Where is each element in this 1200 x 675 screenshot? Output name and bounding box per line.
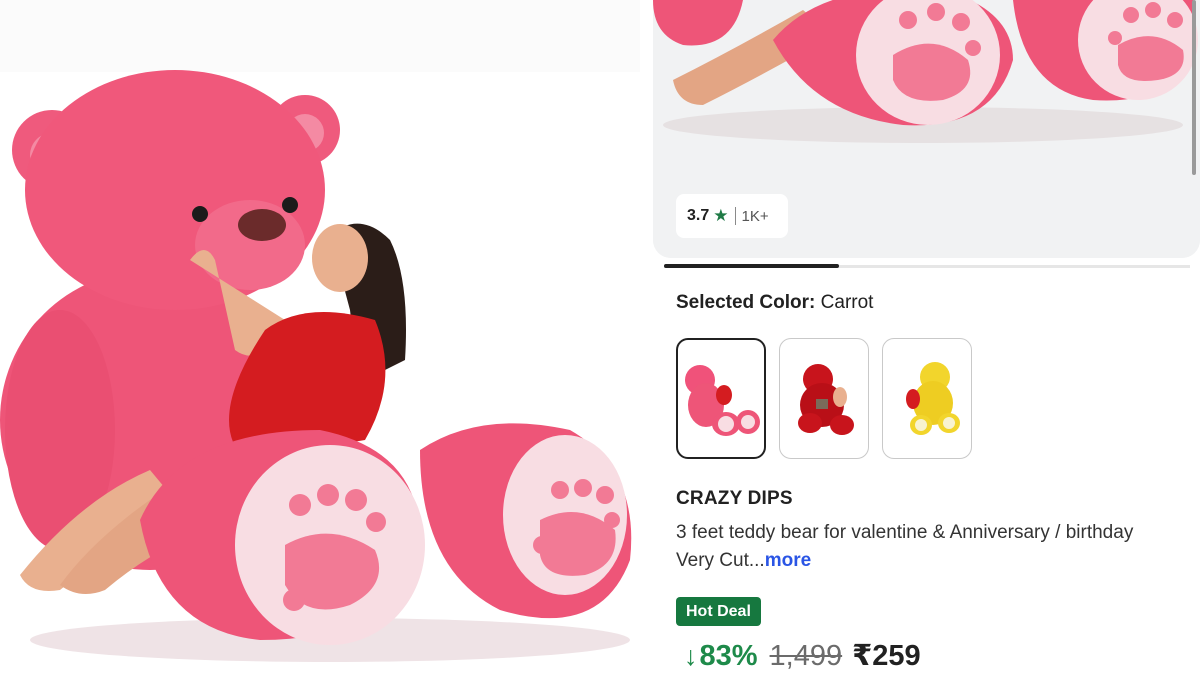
product-title-text: 3 feet teddy bear for valentine & Annive…	[676, 522, 1134, 571]
gallery-scrollbar[interactable]	[1192, 0, 1196, 175]
selected-color-value: Carrot	[820, 292, 874, 313]
arrow-down-icon: ↓	[684, 641, 698, 671]
red-bear-thumbnail-icon	[798, 364, 854, 435]
price-row: ↓ 83% 1,499 ₹259	[684, 638, 921, 673]
rating-chip[interactable]: 3.7 ★ 1K+	[676, 194, 788, 238]
selected-color-title: Selected Color:	[676, 292, 816, 313]
hot-deal-badge: Hot Deal	[676, 597, 761, 626]
selected-color-label: Selected Color: Carrot	[676, 292, 873, 314]
discount-percent: ↓ 83%	[684, 640, 758, 673]
star-icon: ★	[713, 206, 729, 225]
discount-value: 83%	[699, 640, 758, 672]
color-swatch-red[interactable]	[779, 338, 869, 459]
product-hero-image[interactable]	[0, 0, 640, 675]
original-price: 1,499	[769, 640, 843, 672]
rating-divider	[734, 207, 736, 225]
rating-value: 3.7	[687, 207, 710, 224]
yellow-bear-thumbnail-icon	[906, 362, 960, 435]
carousel-progress-indicator	[664, 264, 839, 268]
rating-count: 1K+	[741, 207, 769, 225]
brand-name: CRAZY DIPS	[676, 488, 793, 509]
read-more-link[interactable]: more	[765, 550, 811, 571]
pink-bear-thumbnail-icon	[685, 365, 760, 436]
selling-price: ₹259	[852, 640, 921, 672]
teddy-bear-photo-icon	[0, 70, 632, 662]
color-swatch-yellow[interactable]	[882, 338, 972, 459]
product-title: 3 feet teddy bear for valentine & Annive…	[676, 519, 1176, 575]
color-swatch-pink[interactable]	[676, 338, 766, 459]
